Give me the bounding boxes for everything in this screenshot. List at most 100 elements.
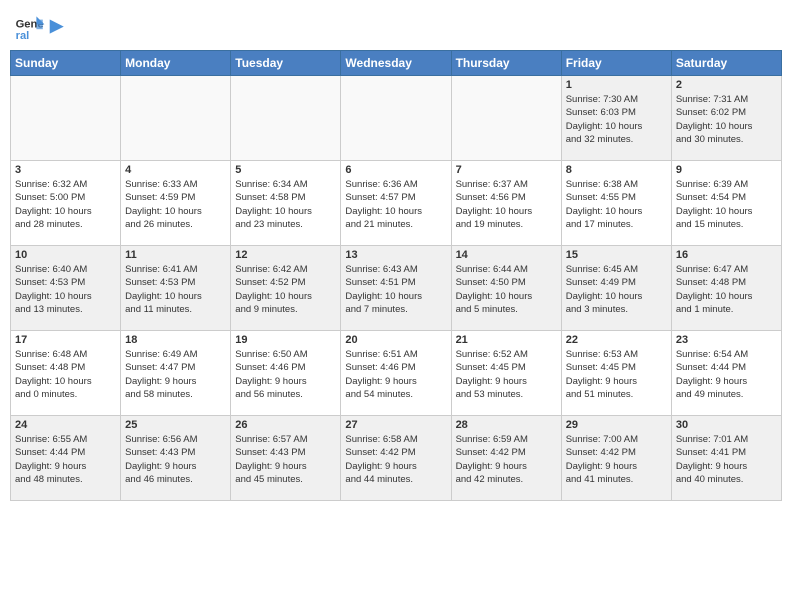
day-info: Sunrise: 6:52 AM Sunset: 4:45 PM Dayligh… bbox=[456, 348, 557, 401]
day-number: 6 bbox=[345, 164, 446, 176]
calendar-cell: 10 Sunrise: 6:40 AM Sunset: 4:53 PM Dayli… bbox=[11, 246, 121, 331]
day-number: 10 bbox=[15, 249, 116, 261]
day-number: 15 bbox=[566, 249, 667, 261]
day-info: Sunrise: 6:49 AM Sunset: 4:47 PM Dayligh… bbox=[125, 348, 226, 401]
day-number: 3 bbox=[15, 164, 116, 176]
svg-text:ral: ral bbox=[16, 30, 30, 42]
calendar-cell: 9 Sunrise: 6:39 AM Sunset: 4:54 PM Daylig… bbox=[671, 161, 781, 246]
calendar-cell: 25 Sunrise: 6:56 AM Sunset: 4:43 PM Dayli… bbox=[121, 416, 231, 501]
day-info: Sunrise: 6:44 AM Sunset: 4:50 PM Dayligh… bbox=[456, 263, 557, 316]
calendar-cell: 30Sunrise: 7:01 AM Sunset: 4:41 PM Dayli… bbox=[671, 416, 781, 501]
calendar-cell: 7 Sunrise: 6:37 AM Sunset: 4:56 PM Daylig… bbox=[451, 161, 561, 246]
calendar-week-row: 17 Sunrise: 6:48 AM Sunset: 4:48 PM Dayli… bbox=[11, 331, 782, 416]
day-info: Sunrise: 6:51 AM Sunset: 4:46 PM Dayligh… bbox=[345, 348, 446, 401]
calendar-week-row: 10 Sunrise: 6:40 AM Sunset: 4:53 PM Dayli… bbox=[11, 246, 782, 331]
day-number: 7 bbox=[456, 164, 557, 176]
day-info: Sunrise: 6:34 AM Sunset: 4:58 PM Dayligh… bbox=[235, 178, 336, 231]
day-number: 24 bbox=[15, 419, 116, 431]
day-info: Sunrise: 6:58 AM Sunset: 4:42 PM Dayligh… bbox=[345, 433, 446, 486]
calendar-cell: 28Sunrise: 6:59 AM Sunset: 4:42 PM Dayli… bbox=[451, 416, 561, 501]
calendar-cell: 2 Sunrise: 7:31 AM Sunset: 6:02 PM Daylig… bbox=[671, 76, 781, 161]
day-number: 4 bbox=[125, 164, 226, 176]
day-number: 14 bbox=[456, 249, 557, 261]
day-info: Sunrise: 6:38 AM Sunset: 4:55 PM Dayligh… bbox=[566, 178, 667, 231]
day-number: 25 bbox=[125, 419, 226, 431]
calendar-cell: 14 Sunrise: 6:44 AM Sunset: 4:50 PM Dayli… bbox=[451, 246, 561, 331]
day-info: Sunrise: 6:53 AM Sunset: 4:45 PM Dayligh… bbox=[566, 348, 667, 401]
header-day-saturday: Saturday bbox=[671, 51, 781, 76]
header-day-thursday: Thursday bbox=[451, 51, 561, 76]
calendar-week-row: 1 Sunrise: 7:30 AM Sunset: 6:03 PM Daylig… bbox=[11, 76, 782, 161]
calendar-cell: 12 Sunrise: 6:42 AM Sunset: 4:52 PM Dayli… bbox=[231, 246, 341, 331]
day-info: Sunrise: 6:40 AM Sunset: 4:53 PM Dayligh… bbox=[15, 263, 116, 316]
calendar-cell: 17 Sunrise: 6:48 AM Sunset: 4:48 PM Dayli… bbox=[11, 331, 121, 416]
header-day-friday: Friday bbox=[561, 51, 671, 76]
calendar-header-row: SundayMondayTuesdayWednesdayThursdayFrid… bbox=[11, 51, 782, 76]
day-number: 27 bbox=[345, 419, 446, 431]
day-number: 22 bbox=[566, 334, 667, 346]
day-info: Sunrise: 7:00 AM Sunset: 4:42 PM Dayligh… bbox=[566, 433, 667, 486]
calendar-cell: 11Sunrise: 6:41 AM Sunset: 4:53 PM Dayli… bbox=[121, 246, 231, 331]
calendar-cell: 19 Sunrise: 6:50 AM Sunset: 4:46 PM Dayli… bbox=[231, 331, 341, 416]
day-info: Sunrise: 6:45 AM Sunset: 4:49 PM Dayligh… bbox=[566, 263, 667, 316]
calendar-cell: 22 Sunrise: 6:53 AM Sunset: 4:45 PM Dayli… bbox=[561, 331, 671, 416]
calendar-cell: 13Sunrise: 6:43 AM Sunset: 4:51 PM Dayli… bbox=[341, 246, 451, 331]
calendar-cell: 6 Sunrise: 6:36 AM Sunset: 4:57 PM Daylig… bbox=[341, 161, 451, 246]
calendar-cell: 26 Sunrise: 6:57 AM Sunset: 4:43 PM Dayli… bbox=[231, 416, 341, 501]
day-number: 12 bbox=[235, 249, 336, 261]
day-info: Sunrise: 6:39 AM Sunset: 4:54 PM Dayligh… bbox=[676, 178, 777, 231]
calendar-table: SundayMondayTuesdayWednesdayThursdayFrid… bbox=[10, 50, 782, 501]
calendar-cell: 16 Sunrise: 6:47 AM Sunset: 4:48 PM Dayli… bbox=[671, 246, 781, 331]
day-number: 28 bbox=[456, 419, 557, 431]
day-number: 13 bbox=[345, 249, 446, 261]
calendar-cell bbox=[451, 76, 561, 161]
calendar-cell: 18 Sunrise: 6:49 AM Sunset: 4:47 PM Dayli… bbox=[121, 331, 231, 416]
day-number: 23 bbox=[676, 334, 777, 346]
day-info: Sunrise: 6:48 AM Sunset: 4:48 PM Dayligh… bbox=[15, 348, 116, 401]
day-number: 9 bbox=[676, 164, 777, 176]
day-info: Sunrise: 7:31 AM Sunset: 6:02 PM Dayligh… bbox=[676, 93, 777, 146]
calendar-cell: 21 Sunrise: 6:52 AM Sunset: 4:45 PM Dayli… bbox=[451, 331, 561, 416]
calendar-cell: 29 Sunrise: 7:00 AM Sunset: 4:42 PM Dayli… bbox=[561, 416, 671, 501]
day-info: Sunrise: 6:50 AM Sunset: 4:46 PM Dayligh… bbox=[235, 348, 336, 401]
day-number: 2 bbox=[676, 79, 777, 91]
header-day-tuesday: Tuesday bbox=[231, 51, 341, 76]
calendar-cell: 4 Sunrise: 6:33 AM Sunset: 4:59 PM Daylig… bbox=[121, 161, 231, 246]
calendar-cell bbox=[11, 76, 121, 161]
day-number: 5 bbox=[235, 164, 336, 176]
day-info: Sunrise: 7:01 AM Sunset: 4:41 PM Dayligh… bbox=[676, 433, 777, 486]
day-info: Sunrise: 7:30 AM Sunset: 6:03 PM Dayligh… bbox=[566, 93, 667, 146]
day-info: Sunrise: 6:41 AM Sunset: 4:53 PM Dayligh… bbox=[125, 263, 226, 316]
header-day-monday: Monday bbox=[121, 51, 231, 76]
day-number: 29 bbox=[566, 419, 667, 431]
calendar-cell bbox=[121, 76, 231, 161]
day-info: Sunrise: 6:37 AM Sunset: 4:56 PM Dayligh… bbox=[456, 178, 557, 231]
logo-icon-triangle: ▶ bbox=[50, 16, 63, 35]
day-info: Sunrise: 6:47 AM Sunset: 4:48 PM Dayligh… bbox=[676, 263, 777, 316]
day-number: 8 bbox=[566, 164, 667, 176]
calendar-cell: 8 Sunrise: 6:38 AM Sunset: 4:55 PM Daylig… bbox=[561, 161, 671, 246]
calendar-week-row: 3Sunrise: 6:32 AM Sunset: 5:00 PM Daylig… bbox=[11, 161, 782, 246]
logo-icon: Gene ral bbox=[14, 10, 46, 42]
day-info: Sunrise: 6:56 AM Sunset: 4:43 PM Dayligh… bbox=[125, 433, 226, 486]
logo: Gene ral ▶ bbox=[14, 10, 63, 42]
calendar-cell: 15 Sunrise: 6:45 AM Sunset: 4:49 PM Dayli… bbox=[561, 246, 671, 331]
day-number: 26 bbox=[235, 419, 336, 431]
day-number: 20 bbox=[345, 334, 446, 346]
day-info: Sunrise: 6:33 AM Sunset: 4:59 PM Dayligh… bbox=[125, 178, 226, 231]
header-day-sunday: Sunday bbox=[11, 51, 121, 76]
day-number: 16 bbox=[676, 249, 777, 261]
day-info: Sunrise: 6:42 AM Sunset: 4:52 PM Dayligh… bbox=[235, 263, 336, 316]
day-number: 19 bbox=[235, 334, 336, 346]
calendar-cell: 24Sunrise: 6:55 AM Sunset: 4:44 PM Dayli… bbox=[11, 416, 121, 501]
day-number: 17 bbox=[15, 334, 116, 346]
day-number: 21 bbox=[456, 334, 557, 346]
calendar-cell: 5 Sunrise: 6:34 AM Sunset: 4:58 PM Daylig… bbox=[231, 161, 341, 246]
day-number: 1 bbox=[566, 79, 667, 91]
day-info: Sunrise: 6:36 AM Sunset: 4:57 PM Dayligh… bbox=[345, 178, 446, 231]
day-number: 18 bbox=[125, 334, 226, 346]
calendar-cell: 3Sunrise: 6:32 AM Sunset: 5:00 PM Daylig… bbox=[11, 161, 121, 246]
header-day-wednesday: Wednesday bbox=[341, 51, 451, 76]
day-info: Sunrise: 6:54 AM Sunset: 4:44 PM Dayligh… bbox=[676, 348, 777, 401]
day-info: Sunrise: 6:57 AM Sunset: 4:43 PM Dayligh… bbox=[235, 433, 336, 486]
